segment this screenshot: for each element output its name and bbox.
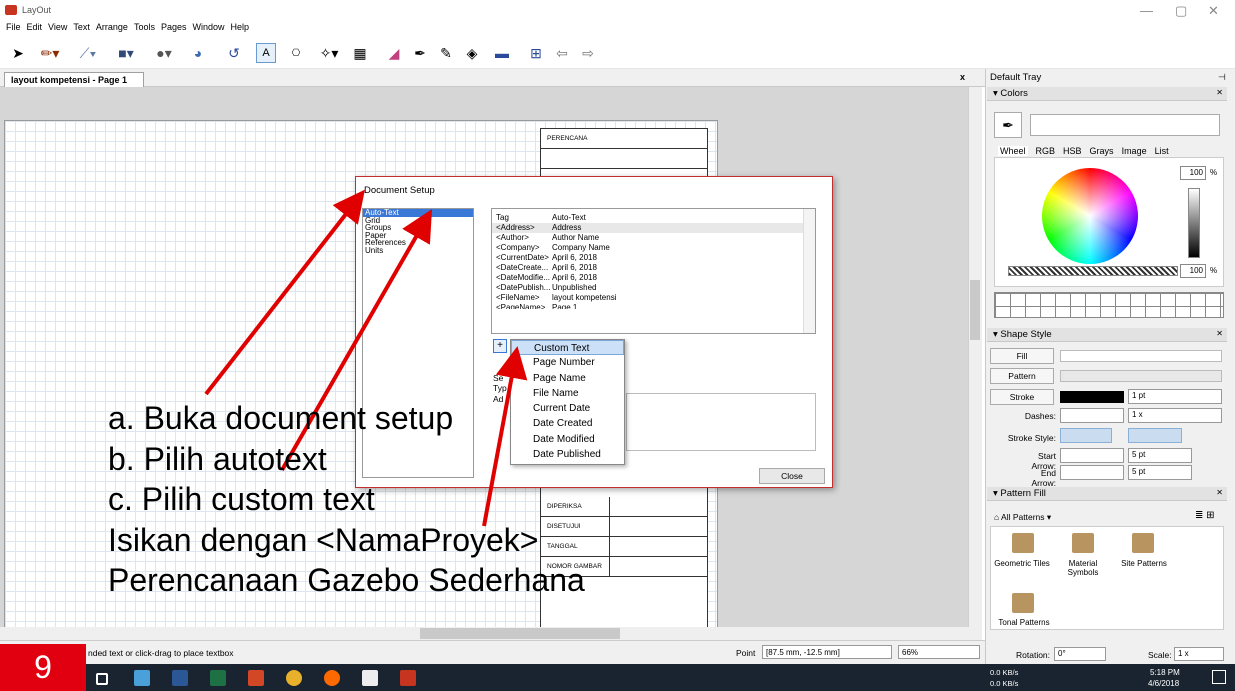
step-b: b. Pilih autotext: [108, 440, 327, 477]
step-c: c. Pilih custom text: [108, 481, 375, 517]
slide-number-badge: 9: [0, 644, 86, 691]
notification-icon[interactable]: [1212, 670, 1226, 684]
task-view-icon[interactable]: [96, 673, 108, 685]
powerpoint-icon[interactable]: [248, 670, 264, 686]
sketchup-icon[interactable]: [362, 670, 378, 686]
net-download: 0.0 KB/s: [990, 679, 1019, 688]
file-explorer-icon[interactable]: [134, 670, 150, 686]
clock-date[interactable]: 4/6/2018: [1148, 679, 1179, 688]
layout-taskbar-icon[interactable]: [400, 670, 416, 686]
instruction-text: a. Buka document setup b. Pilih autotext…: [108, 398, 585, 601]
clock-time[interactable]: 5:18 PM: [1150, 668, 1180, 677]
arrow-to-dialog: [204, 189, 365, 396]
instruction-line: Isikan dengan <NamaProyek>: [108, 521, 539, 558]
firefox-icon[interactable]: [324, 670, 340, 686]
word-icon[interactable]: [172, 670, 188, 686]
chrome-icon[interactable]: [286, 670, 302, 686]
project-name-line: Perencanaan Gazebo Sederhana: [108, 562, 585, 598]
excel-icon[interactable]: [210, 670, 226, 686]
step-a: a. Buka document setup: [108, 400, 454, 436]
net-upload: 0.0 KB/s: [990, 668, 1019, 677]
